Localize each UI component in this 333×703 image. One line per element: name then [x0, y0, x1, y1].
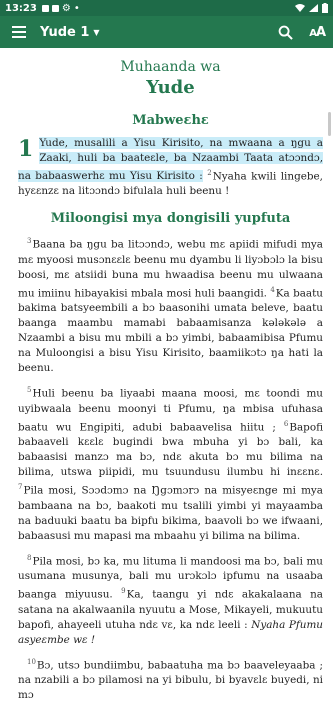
- verse-number: 2: [207, 169, 212, 177]
- app-toolbar: Yude 1 ▼ AA: [0, 16, 333, 48]
- book-title-line1: Muhaanda wa: [120, 59, 221, 75]
- paragraph-verses-5-7: 5Huli beenu ba liyaabi maana moosi, mɛ t…: [18, 383, 323, 543]
- scrollbar-thumb[interactable]: [328, 112, 331, 136]
- image-notification-icon: [41, 4, 49, 12]
- paragraph-verses-3-4: 3Baana ba ŋgu ba litɔɔndɔ, webu mɛ apiid…: [18, 234, 323, 376]
- wifi-icon: [295, 4, 305, 12]
- paragraph-verse-10: 10Bɔ, utsɔ bundiimbu, babaatuha ma bɔ ba…: [18, 655, 323, 703]
- verse-number: 4: [270, 285, 275, 294]
- book-chapter-selector[interactable]: Yude 1 ▼: [40, 25, 100, 40]
- text-size-button[interactable]: AA: [309, 25, 326, 40]
- signal-icon: [309, 4, 318, 12]
- verse-text[interactable]: Pila mosi, Sɔɔdɔmɔ na Ŋgɔmɔrɔ na misyeɛn…: [18, 485, 323, 542]
- verse-text[interactable]: Huli beenu ba liyaabi maana moosi, mɛ to…: [18, 388, 323, 433]
- chapter-number: 1: [18, 136, 34, 162]
- paragraph-verses-8-9: 8Pila mosi, bɔ ka, mu lituma li mandoosi…: [18, 551, 323, 648]
- search-icon[interactable]: [278, 25, 293, 40]
- menu-icon[interactable]: [12, 26, 26, 38]
- verse-number: 6: [283, 419, 289, 428]
- scripture-content: Muhaanda wa Yude Mabweɛhɛ 1 Yude, musali…: [0, 59, 333, 703]
- section-heading-1: Mabweɛhɛ: [132, 113, 209, 128]
- paragraph-verses-1-2: 1 Yude, musalili a Yisu Kirisito, na mwa…: [18, 136, 323, 199]
- verse-text[interactable]: Ka baatu bakima batsyeembili a bɔ baason…: [18, 287, 323, 374]
- more-notifications-icon: •: [73, 2, 80, 14]
- settings-notification-icon: ⚙: [61, 2, 71, 14]
- media-notification-icon: [51, 4, 59, 12]
- verse-number: 5: [27, 386, 32, 395]
- verse-number: 3: [27, 237, 32, 246]
- verse-number: 8: [27, 553, 32, 562]
- book-chapter-label: Yude 1: [40, 24, 90, 40]
- book-title: Yude: [146, 77, 195, 98]
- status-time: 13:23: [5, 2, 37, 14]
- battery-icon: [322, 3, 328, 13]
- verse-number: 9: [121, 587, 126, 596]
- verse-number: 10: [27, 657, 36, 666]
- chevron-down-icon: ▼: [93, 27, 100, 37]
- status-bar: 13:23 ⚙ •: [0, 0, 333, 16]
- verse-number: 7: [18, 483, 23, 492]
- verse-text[interactable]: Bɔ, utsɔ bundiimbu, babaatuha ma bɔ baav…: [18, 659, 323, 701]
- section-heading-2: Miloongisi mya dongisili yupfuta: [50, 211, 291, 227]
